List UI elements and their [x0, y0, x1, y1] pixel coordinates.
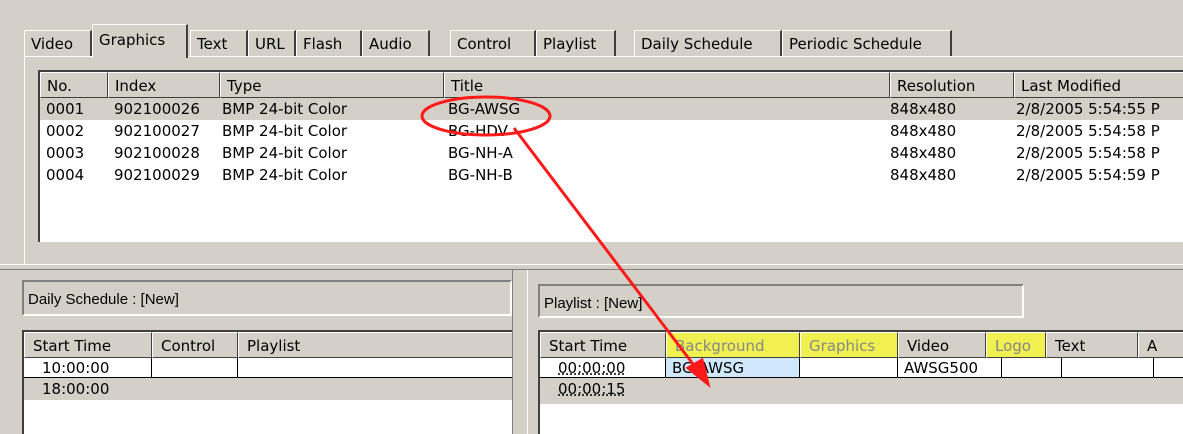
playlist-title: Playlist : [New]	[538, 284, 1024, 318]
column-header-title[interactable]: Title	[444, 72, 890, 98]
tab-playlist[interactable]: Playlist	[536, 30, 616, 56]
tab-flash[interactable]: Flash	[296, 30, 362, 56]
horizontal-splitter[interactable]	[0, 264, 1183, 270]
cell-no: 0002	[46, 122, 85, 140]
list-row[interactable]: 0002 902100027 BMP 24-bit Color BG-HDV 8…	[40, 120, 1183, 142]
cell-type: BMP 24-bit Color	[222, 166, 348, 184]
daily-schedule-title: Daily Schedule : [New]	[22, 280, 512, 316]
tab-daily-schedule[interactable]: Daily Schedule	[634, 30, 782, 56]
cell-start-time[interactable]: 10:00:00	[24, 358, 152, 378]
cell-modified: 2/8/2005 5:54:59 P	[1016, 166, 1160, 184]
column-header-index[interactable]: Index	[108, 72, 220, 98]
cell-modified: 2/8/2005 5:54:58 P	[1016, 122, 1160, 140]
table-row[interactable]: 00:00:15	[540, 378, 1183, 404]
tab-audio[interactable]: Audio	[362, 30, 430, 56]
cell-title: BG-AWSG	[448, 100, 521, 118]
cell-no: 0003	[46, 144, 85, 162]
column-header-no[interactable]: No.	[40, 72, 108, 98]
column-header-start-time[interactable]: Start Time	[24, 332, 152, 358]
cell-modified: 2/8/2005 5:54:58 P	[1016, 144, 1160, 162]
cell-index: 902100027	[114, 122, 200, 140]
cell-type: BMP 24-bit Color	[222, 122, 348, 140]
column-header-control[interactable]: Control	[152, 332, 238, 358]
column-header-text[interactable]: Text	[1046, 332, 1138, 358]
cell-resolution: 848x480	[890, 144, 957, 162]
cell-index: 902100026	[114, 100, 200, 118]
cell-start-time: 00:00:15	[558, 380, 626, 398]
cell-graphics[interactable]	[800, 358, 898, 378]
cell-title: BG-NH-A	[448, 144, 513, 162]
daily-schedule-grid[interactable]: Start Time Control Playlist 10:00:00 18:…	[22, 330, 512, 434]
column-header-playlist[interactable]: Playlist	[238, 332, 512, 358]
list-row[interactable]: 0001 902100026 BMP 24-bit Color BG-AWSG …	[40, 98, 1183, 120]
cell-index: 902100028	[114, 144, 200, 162]
cell-no: 0004	[46, 166, 85, 184]
table-row[interactable]: 18:00:00	[24, 378, 512, 400]
cell-start-time[interactable]: 00:00:00	[540, 358, 666, 378]
tab-periodic-schedule[interactable]: Periodic Schedule	[782, 30, 952, 56]
cell-playlist[interactable]	[238, 358, 512, 378]
cell-video[interactable]: AWSG500	[898, 358, 1002, 378]
cell-background[interactable]: BG-AWSG	[666, 358, 800, 378]
tab-video[interactable]: Video	[24, 30, 92, 56]
cell-logo[interactable]	[1002, 358, 1062, 378]
tab-control[interactable]: Control	[450, 30, 536, 56]
vertical-splitter[interactable]	[512, 270, 528, 434]
column-header-resolution[interactable]: Resolution	[890, 72, 1014, 98]
cell-control[interactable]	[152, 358, 238, 378]
column-header-graphics[interactable]: Graphics	[800, 332, 898, 358]
column-header-a[interactable]: A	[1138, 332, 1183, 358]
cell-a[interactable]	[1154, 358, 1183, 378]
column-header-logo[interactable]: Logo	[986, 332, 1046, 358]
cell-text[interactable]	[1062, 358, 1154, 378]
cell-type: BMP 24-bit Color	[222, 144, 348, 162]
cell-modified: 2/8/2005 5:54:55 P	[1016, 100, 1160, 118]
tab-graphics[interactable]: Graphics	[92, 24, 188, 58]
cell-resolution: 848x480	[890, 166, 957, 184]
list-row[interactable]: 0003 902100028 BMP 24-bit Color BG-NH-A …	[40, 142, 1183, 164]
column-header-background[interactable]: Background	[666, 332, 800, 358]
column-header-video[interactable]: Video	[898, 332, 986, 358]
playlist-grid[interactable]: Start Time Background Graphics Video Log…	[538, 330, 1183, 434]
tab-url[interactable]: URL	[248, 30, 296, 56]
cell-title: BG-HDV	[448, 122, 508, 140]
cell-no: 0001	[46, 100, 85, 118]
cell-resolution: 848x480	[890, 100, 957, 118]
column-header-last-modified[interactable]: Last Modified	[1014, 72, 1183, 98]
cell-start-time: 18:00:00	[42, 380, 110, 398]
tab-bar: Video Graphics Text URL Flash Audio Cont…	[24, 22, 1183, 60]
list-row[interactable]: 0004 902100029 BMP 24-bit Color BG-NH-B …	[40, 164, 1183, 186]
cell-resolution: 848x480	[890, 122, 957, 140]
tab-text[interactable]: Text	[190, 30, 248, 56]
start-time-value: 00:00:00	[558, 359, 626, 377]
column-header-type[interactable]: Type	[220, 72, 444, 98]
graphics-list[interactable]: No. Index Type Title Resolution Last Mod…	[38, 70, 1183, 242]
cell-title: BG-NH-B	[448, 166, 513, 184]
cell-type: BMP 24-bit Color	[222, 100, 348, 118]
column-header-start-time[interactable]: Start Time	[540, 332, 666, 358]
cell-index: 902100029	[114, 166, 200, 184]
